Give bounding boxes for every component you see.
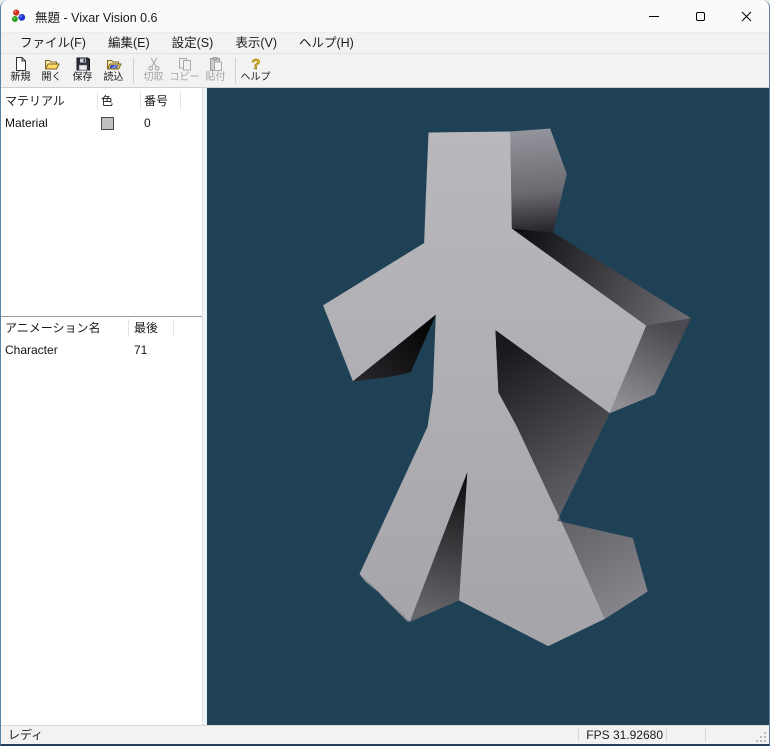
menu-item-file[interactable]: ファイル(F) (9, 33, 97, 54)
material-name: Material (1, 116, 98, 130)
toolbar-label: 貼付 (206, 72, 226, 84)
side-panel: マテリアル 色 番号 Material 0 アニメーション名 最後 (1, 88, 203, 725)
menubar: ファイル(F) 編集(E) 設定(S) 表示(V) ヘルプ(H) (1, 32, 769, 53)
material-color-swatch[interactable] (101, 117, 114, 130)
toolbar-label: 新規 (11, 72, 31, 84)
window-controls (631, 0, 769, 32)
animation-last-frame: 71 (129, 343, 174, 357)
main-content: マテリアル 色 番号 Material 0 アニメーション名 最後 (1, 88, 769, 725)
column-header-color[interactable]: 色 (98, 92, 141, 110)
titlebar: 無題 - Vixar Vision 0.6 (1, 0, 769, 32)
close-button[interactable] (723, 0, 769, 32)
app-window: 無題 - Vixar Vision 0.6 ファイル(F) 編集(E) 設定(S… (0, 0, 770, 746)
toolbar-button-help[interactable]: ? ヘルプ (240, 55, 271, 87)
cut-scissors-icon (146, 56, 162, 72)
3d-viewport[interactable] (207, 88, 769, 725)
maximize-icon (696, 12, 705, 21)
statusbar-separator (705, 728, 706, 742)
save-floppy-icon (75, 56, 91, 72)
material-number: 0 (141, 116, 181, 130)
statusbar-separator (578, 728, 579, 742)
menu-item-settings[interactable]: 設定(S) (161, 33, 225, 54)
toolbar-button-load[interactable]: 読込 (98, 55, 129, 87)
toolbar-label: 開く (42, 72, 62, 84)
toolbar-separator (133, 58, 134, 84)
toolbar-button-paste[interactable]: 貼付 (200, 55, 231, 87)
resize-grip[interactable] (754, 730, 767, 743)
toolbar-button-cut[interactable]: 切取 (138, 55, 169, 87)
toolbar-label: 保存 (73, 72, 93, 84)
toolbar-label: 読込 (104, 72, 124, 84)
column-header-last[interactable]: 最後 (129, 319, 174, 337)
column-header-number[interactable]: 番号 (141, 92, 181, 110)
minimize-icon (649, 16, 659, 17)
toolbar-label: 切取 (144, 72, 164, 84)
svg-text:?: ? (251, 56, 260, 72)
menu-item-help[interactable]: ヘルプ(H) (288, 33, 365, 54)
animation-name: Character (1, 343, 129, 357)
column-header-animation-name[interactable]: アニメーション名 (1, 319, 129, 337)
animation-list: アニメーション名 最後 Character 71 (1, 316, 202, 725)
toolbar-button-open[interactable]: 開く (36, 55, 67, 87)
menu-item-edit[interactable]: 編集(E) (97, 33, 161, 54)
toolbar-label: ヘルプ (241, 72, 271, 84)
minimize-button[interactable] (631, 0, 677, 32)
toolbar-separator (235, 58, 236, 84)
toolbar-label: コピー (170, 72, 200, 84)
status-text: レディ (8, 727, 43, 744)
material-list-header: マテリアル 色 番号 (1, 90, 202, 112)
column-header-material[interactable]: マテリアル (1, 92, 98, 110)
material-list: マテリアル 色 番号 Material 0 (1, 90, 202, 316)
paste-clipboard-icon (208, 56, 224, 72)
fps-readout: FPS 31.92680 (586, 727, 663, 744)
menu-item-view[interactable]: 表示(V) (224, 33, 288, 54)
maximize-button[interactable] (677, 0, 723, 32)
load-folder-icon (106, 56, 122, 72)
animation-list-header: アニメーション名 最後 (1, 317, 202, 339)
help-question-icon: ? (248, 56, 264, 72)
toolbar-button-copy[interactable]: コピー (169, 55, 200, 87)
window-title: 無題 - Vixar Vision 0.6 (35, 7, 158, 26)
material-row[interactable]: Material 0 (1, 112, 202, 134)
toolbar-button-new[interactable]: 新規 (5, 55, 36, 87)
statusbar: レディ FPS 31.92680 (1, 725, 769, 744)
toolbar-button-save[interactable]: 保存 (67, 55, 98, 87)
copy-pages-icon (177, 56, 193, 72)
new-document-icon (13, 56, 29, 72)
app-logo-icon (11, 8, 27, 24)
close-icon (741, 11, 752, 22)
3d-model-figure (207, 88, 769, 725)
statusbar-separator (666, 728, 667, 742)
toolbar: 新規 開く 保存 読込 切取 (1, 53, 769, 88)
animation-row[interactable]: Character 71 (1, 339, 202, 361)
open-folder-icon (44, 56, 60, 72)
